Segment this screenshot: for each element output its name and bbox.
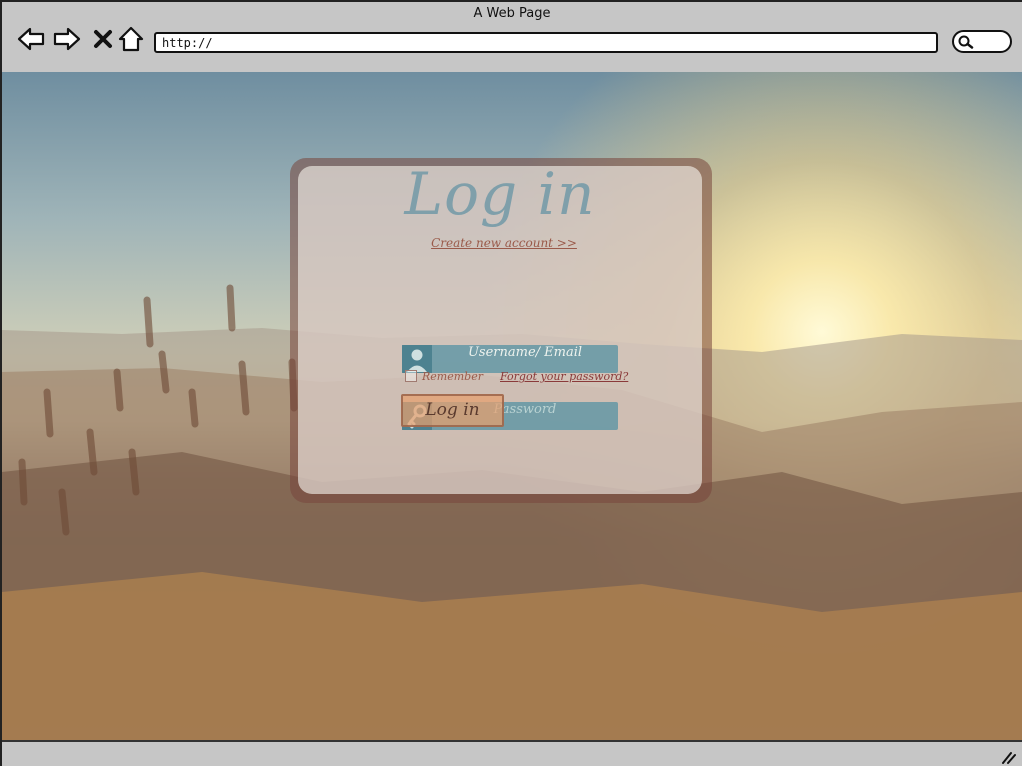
forward-arrow-icon[interactable] xyxy=(52,24,82,54)
login-title: Log in xyxy=(404,160,596,228)
url-input[interactable]: http:// xyxy=(154,32,938,53)
home-icon[interactable] xyxy=(116,24,146,54)
status-bar xyxy=(2,740,1022,766)
user-icon xyxy=(402,345,432,373)
search-icon xyxy=(958,35,974,49)
checkbox-icon[interactable] xyxy=(405,370,417,382)
stop-icon[interactable] xyxy=(88,24,118,54)
remember-checkbox[interactable]: Remember xyxy=(405,370,483,384)
login-button[interactable]: Log in xyxy=(401,394,504,427)
search-button[interactable] xyxy=(952,30,1012,53)
back-arrow-icon[interactable] xyxy=(16,24,46,54)
resize-grip-icon[interactable] xyxy=(1000,750,1016,764)
username-field[interactable]: Username/ Email xyxy=(402,345,618,373)
forgot-password-link[interactable]: Forgot your password? xyxy=(500,370,628,383)
create-account-link[interactable]: Create new account >> xyxy=(298,236,710,250)
window-title: A Web Page xyxy=(473,6,551,21)
remember-label: Remember xyxy=(422,370,483,383)
browser-toolbar: A Web Page http:// xyxy=(2,2,1022,74)
username-placeholder: Username/ Email xyxy=(467,345,583,360)
